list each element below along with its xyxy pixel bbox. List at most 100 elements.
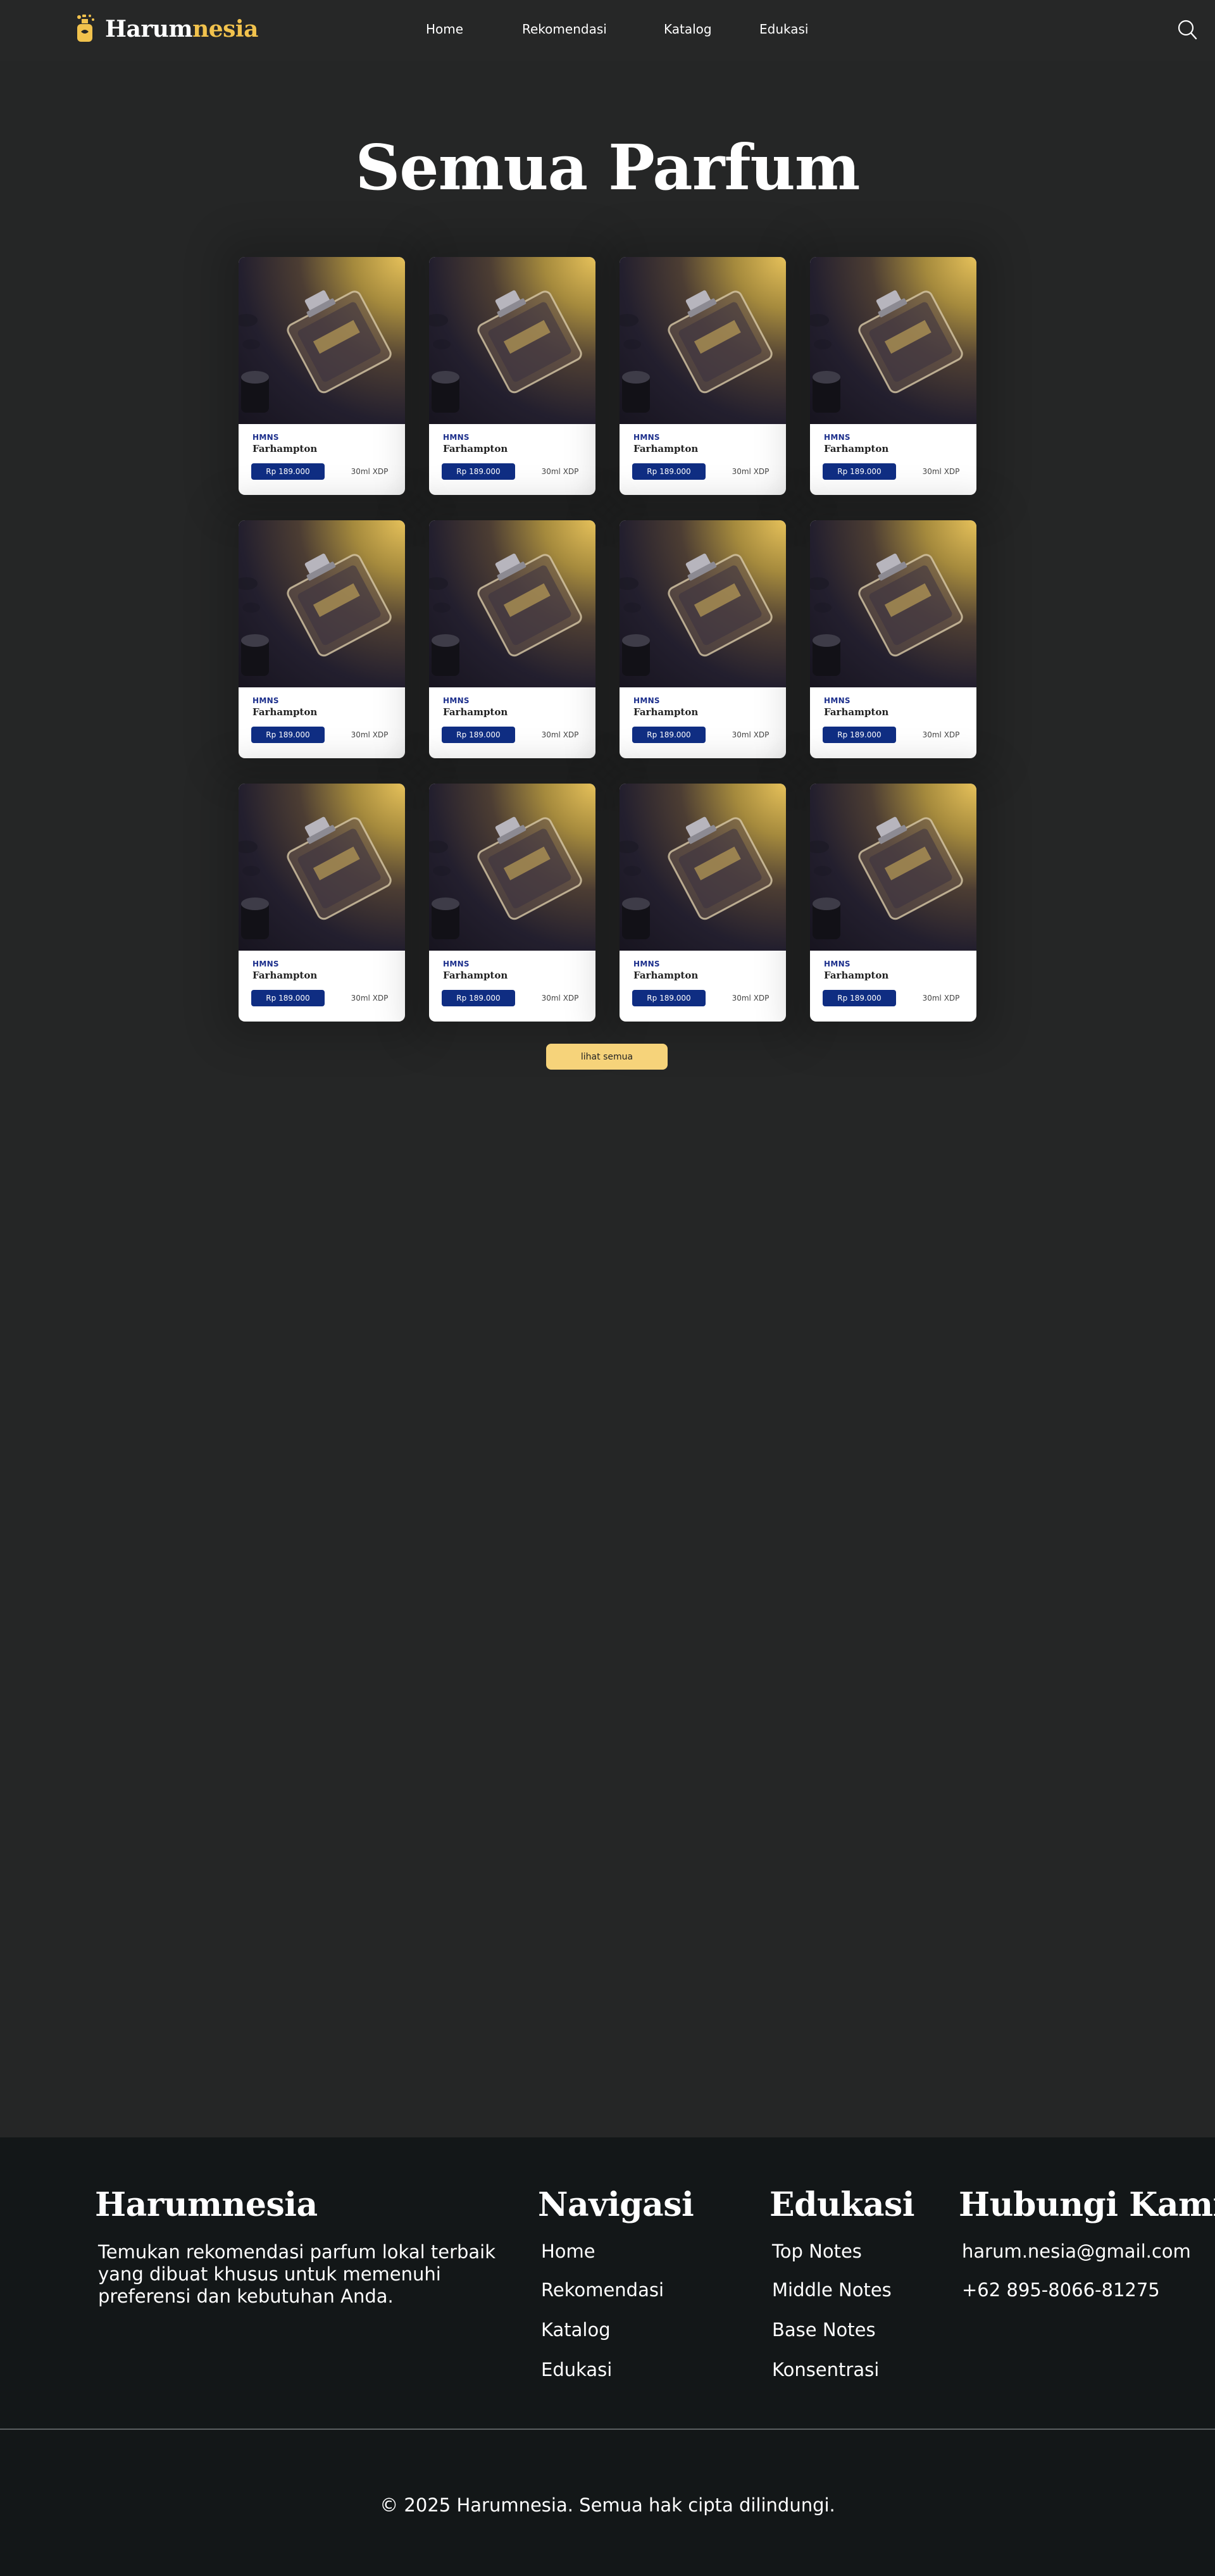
footer-link-katalog[interactable]: Katalog (541, 2319, 611, 2341)
copyright: © 2025 Harumnesia. Semua hak cipta dilin… (380, 2494, 835, 2516)
see-all-button[interactable]: lihat semua (546, 1044, 668, 1070)
footer-edu-title: Edukasi (770, 2185, 915, 2224)
product-brand: HMNS (443, 433, 470, 442)
price-badge: Rp 189.000 (442, 463, 515, 480)
nav-rekomendasi[interactable]: Rekomendasi (522, 22, 607, 37)
price-badge: Rp 189.000 (442, 727, 515, 743)
footer-link-edukasi[interactable]: Edukasi (541, 2359, 612, 2380)
footer-link-middle-notes[interactable]: Middle Notes (772, 2279, 892, 2301)
product-size: 30ml XDP (541, 994, 579, 1003)
product-name: Farhampton (443, 970, 508, 981)
price-badge: Rp 189.000 (632, 990, 706, 1006)
product-info: HMNS Farhampton Rp 189.000 30ml XDP (620, 687, 786, 758)
footer-description: Temukan rekomendasi parfum lokal terbaik… (98, 2241, 496, 2307)
product-name: Farhampton (443, 443, 508, 454)
product-card[interactable]: HMNS Farhampton Rp 189.000 30ml XDP (620, 257, 786, 495)
footer-link-konsentrasi[interactable]: Konsentrasi (772, 2359, 879, 2380)
product-image (620, 257, 786, 424)
product-info: HMNS Farhampton Rp 189.000 30ml XDP (239, 687, 405, 758)
product-card[interactable]: HMNS Farhampton Rp 189.000 30ml XDP (239, 520, 405, 758)
product-brand: HMNS (633, 960, 660, 968)
product-info: HMNS Farhampton Rp 189.000 30ml XDP (429, 687, 595, 758)
product-size: 30ml XDP (541, 730, 579, 739)
product-size: 30ml XDP (541, 467, 579, 476)
logo[interactable]: Harumnesia (73, 10, 258, 48)
product-image (620, 520, 786, 687)
footer-link-rekomendasi[interactable]: Rekomendasi (541, 2279, 664, 2301)
product-info: HMNS Farhampton Rp 189.000 30ml XDP (810, 951, 976, 1022)
product-card[interactable]: HMNS Farhampton Rp 189.000 30ml XDP (620, 520, 786, 758)
product-card[interactable]: HMNS Farhampton Rp 189.000 30ml XDP (810, 257, 976, 495)
price-badge: Rp 189.000 (823, 990, 896, 1006)
footer-link-home[interactable]: Home (541, 2241, 595, 2262)
product-info: HMNS Farhampton Rp 189.000 30ml XDP (810, 687, 976, 758)
price-badge: Rp 189.000 (442, 990, 515, 1006)
price-badge: Rp 189.000 (251, 463, 325, 480)
product-brand: HMNS (252, 696, 279, 705)
product-name: Farhampton (824, 443, 889, 454)
product-info: HMNS Farhampton Rp 189.000 30ml XDP (810, 424, 976, 495)
product-name: Farhampton (443, 706, 508, 718)
product-name: Farhampton (252, 443, 318, 454)
product-name: Farhampton (633, 706, 699, 718)
logo-text-harum: Harum (105, 16, 193, 42)
product-name: Farhampton (252, 706, 318, 718)
product-card[interactable]: HMNS Farhampton Rp 189.000 30ml XDP (429, 257, 595, 495)
product-size: 30ml XDP (922, 994, 960, 1003)
footer-contact-title: Hubungi Kami (959, 2185, 1215, 2224)
product-info: HMNS Farhampton Rp 189.000 30ml XDP (429, 424, 595, 495)
footer-brand: Harumnesia (95, 2185, 318, 2224)
footer: Harumnesia Temukan rekomendasi parfum lo… (0, 2137, 1215, 2576)
price-badge: Rp 189.000 (632, 463, 706, 480)
nav-edukasi[interactable]: Edukasi (759, 22, 808, 37)
product-card[interactable]: HMNS Farhampton Rp 189.000 30ml XDP (810, 784, 976, 1022)
product-name: Farhampton (824, 970, 889, 981)
product-grid: HMNS Farhampton Rp 189.000 30ml XDP HMNS… (239, 257, 976, 1022)
product-image (810, 784, 976, 951)
price-badge: Rp 189.000 (632, 727, 706, 743)
page-title: Semua Parfum (355, 132, 861, 204)
product-card[interactable]: HMNS Farhampton Rp 189.000 30ml XDP (239, 784, 405, 1022)
product-brand: HMNS (633, 696, 660, 705)
price-badge: Rp 189.000 (823, 727, 896, 743)
price-badge: Rp 189.000 (251, 990, 325, 1006)
product-brand: HMNS (252, 433, 279, 442)
product-card[interactable]: HMNS Farhampton Rp 189.000 30ml XDP (429, 520, 595, 758)
navbar: Harumnesia Home Rekomendasi Katalog Eduk… (0, 0, 1215, 61)
product-card[interactable]: HMNS Farhampton Rp 189.000 30ml XDP (429, 784, 595, 1022)
product-size: 30ml XDP (351, 994, 389, 1003)
product-info: HMNS Farhampton Rp 189.000 30ml XDP (429, 951, 595, 1022)
nav-katalog[interactable]: Katalog (664, 22, 712, 37)
logo-text-nesia: nesia (192, 16, 258, 42)
product-image (429, 784, 595, 951)
footer-link-base-notes[interactable]: Base Notes (772, 2319, 876, 2341)
footer-email[interactable]: harum.nesia@gmail.com (962, 2241, 1191, 2262)
search-button[interactable] (1177, 19, 1197, 41)
product-card[interactable]: HMNS Farhampton Rp 189.000 30ml XDP (620, 784, 786, 1022)
footer-nav-title: Navigasi (538, 2185, 694, 2224)
product-brand: HMNS (824, 960, 850, 968)
product-info: HMNS Farhampton Rp 189.000 30ml XDP (239, 424, 405, 495)
product-image (239, 257, 405, 424)
product-size: 30ml XDP (922, 467, 960, 476)
product-size: 30ml XDP (922, 730, 960, 739)
footer-link-top-notes[interactable]: Top Notes (772, 2241, 862, 2262)
product-brand: HMNS (633, 433, 660, 442)
product-card[interactable]: HMNS Farhampton Rp 189.000 30ml XDP (239, 257, 405, 495)
product-size: 30ml XDP (732, 994, 770, 1003)
product-image (810, 257, 976, 424)
product-brand: HMNS (443, 696, 470, 705)
product-size: 30ml XDP (732, 730, 770, 739)
product-size: 30ml XDP (351, 730, 389, 739)
product-image (429, 520, 595, 687)
product-name: Farhampton (633, 970, 699, 981)
product-name: Farhampton (824, 706, 889, 718)
product-image (620, 784, 786, 951)
footer-divider (0, 2429, 1215, 2430)
nav-home[interactable]: Home (426, 22, 463, 37)
product-card[interactable]: HMNS Farhampton Rp 189.000 30ml XDP (810, 520, 976, 758)
product-info: HMNS Farhampton Rp 189.000 30ml XDP (620, 951, 786, 1022)
footer-phone[interactable]: +62 895-8066-81275 (962, 2279, 1160, 2301)
product-image (239, 784, 405, 951)
product-image (810, 520, 976, 687)
